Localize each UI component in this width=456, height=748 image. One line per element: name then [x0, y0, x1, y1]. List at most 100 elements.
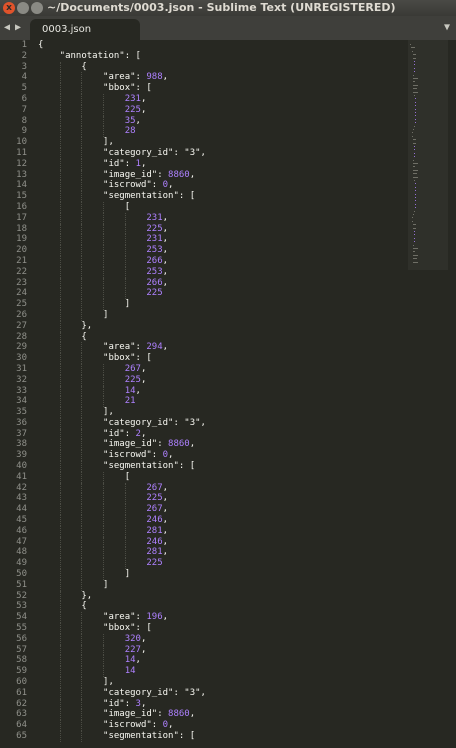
minimap-line — [413, 214, 415, 215]
indent-guide — [59, 147, 61, 159]
code-line: { — [38, 61, 398, 73]
indent-guide — [81, 385, 83, 397]
indent-guide — [81, 180, 83, 192]
minimap-line — [414, 95, 416, 96]
code-text: ] — [38, 309, 109, 320]
indent-guide — [103, 493, 105, 505]
code-line: 225, — [38, 223, 398, 235]
indent-guide — [103, 277, 105, 289]
code-text: 320, — [124, 633, 147, 644]
indent-guide — [59, 644, 61, 656]
code-line: }, — [38, 320, 398, 332]
minimap-line — [414, 149, 416, 151]
tab-scroll-right-icon[interactable]: ▶ — [15, 20, 21, 36]
maximize-window-button[interactable] — [31, 2, 43, 14]
close-icon: x — [6, 3, 12, 13]
close-window-button[interactable]: x — [3, 2, 15, 14]
indent-guide — [59, 407, 61, 418]
line-number: 46 — [16, 525, 27, 536]
indent-guide — [59, 353, 61, 364]
minimap-line — [413, 129, 415, 130]
minimap-line — [413, 169, 418, 171]
indent-guide — [103, 569, 105, 580]
indent-guide — [59, 180, 61, 192]
minimap-line — [414, 180, 416, 181]
code-text: 28 — [38, 126, 136, 136]
code-text: 225, — [124, 374, 147, 385]
number-literal: 2 — [135, 428, 141, 439]
indent-guide — [124, 482, 126, 494]
minimap-line — [415, 193, 417, 195]
minimap-line — [414, 64, 416, 66]
minimap-line — [413, 88, 417, 90]
number-literal: 8860 — [168, 439, 190, 450]
indent-guide — [81, 299, 83, 310]
minimap-line — [413, 176, 418, 178]
code-line: "bbox": [ — [38, 83, 398, 94]
indent-guide — [103, 644, 105, 656]
number-literal: 266 — [146, 255, 163, 266]
number-literal: 8860 — [168, 709, 190, 720]
tab-0003-json[interactable]: 0003.json — [30, 19, 140, 40]
code-line: 246, — [38, 536, 398, 548]
indent-guide — [81, 709, 83, 721]
indent-guide — [81, 493, 83, 505]
indent-guide — [103, 115, 105, 127]
code-line: "area": 196, — [38, 612, 398, 624]
indent-guide — [59, 666, 61, 678]
indent-guide — [124, 277, 126, 289]
tab-scroll-left-icon[interactable]: ◀ — [4, 20, 10, 36]
code-text: [ — [38, 201, 131, 212]
indent-guide — [103, 633, 105, 645]
line-number: 4 — [21, 72, 27, 83]
code-text: 35, — [124, 115, 141, 126]
code-text: "area": 988, — [38, 72, 169, 83]
minimap-line — [413, 254, 418, 256]
number-literal: 253 — [146, 245, 163, 256]
code-text: "annotation": [ — [38, 50, 141, 61]
minimap-line — [415, 98, 417, 100]
indent-guide — [124, 525, 126, 537]
minimap[interactable] — [406, 40, 456, 748]
code-line: 266, — [38, 277, 398, 289]
tab-menu-icon[interactable]: ▼ — [444, 20, 450, 36]
line-number: 36 — [16, 417, 27, 428]
minimap-line — [413, 244, 415, 246]
indent-guide — [81, 623, 83, 634]
indent-guide — [59, 493, 61, 505]
code-line: 227, — [38, 644, 398, 656]
indent-guide — [103, 266, 105, 278]
code-line: "category_id": "3", — [38, 147, 398, 159]
tab-label: 0003.json — [42, 24, 92, 35]
number-literal: 266 — [146, 277, 163, 288]
code-line: 281, — [38, 547, 398, 559]
code-text: "bbox": [ — [38, 83, 152, 94]
minimap-line — [413, 251, 416, 253]
minimap-line — [413, 173, 417, 175]
minimap-line — [414, 146, 416, 147]
indent-guide — [103, 547, 105, 559]
code-line: { — [38, 40, 398, 51]
minimize-window-button[interactable] — [17, 2, 29, 14]
code-view[interactable]: { "annotation": [ { "area": 988, "bbox":… — [38, 40, 398, 742]
editor-area[interactable]: 1 2 3 4 5 6 7 8 9 10 11 12 13 14 15 16 17 18 19 20 21 22 23 24 2… — [0, 40, 456, 748]
minimap-line — [411, 47, 416, 49]
minimap-line — [410, 44, 411, 45]
code-text: "image_id": 8860, — [38, 709, 196, 720]
indent-guide — [81, 353, 83, 364]
minimap-line — [415, 186, 417, 188]
indent-guide — [59, 590, 61, 602]
line-number: 55 — [16, 623, 27, 634]
code-text: 225, — [124, 104, 147, 115]
code-text: "id": 3, — [38, 698, 147, 709]
indent-guide — [59, 158, 61, 170]
number-literal: 225 — [146, 493, 163, 504]
code-text: "id": 1, — [38, 158, 147, 169]
minimap-line — [414, 210, 416, 212]
indent-guide — [124, 255, 126, 267]
line-number: 27 — [16, 320, 27, 331]
line-number: 25 — [16, 299, 27, 310]
indent-guide — [59, 547, 61, 559]
code-text: ], — [38, 677, 114, 688]
indent-guide — [81, 245, 83, 256]
